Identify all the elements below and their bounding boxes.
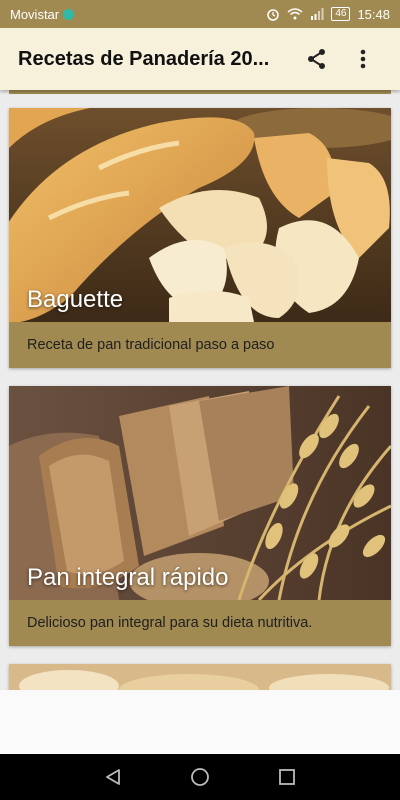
more-vert-icon [360,49,366,69]
clock: 15:48 [357,6,390,22]
share-icon [308,49,325,69]
recipe-card-partial[interactable] [9,664,391,690]
recipe-card-pan-integral[interactable]: Pan integral rápido Delicioso pan integr… [9,386,391,646]
baguette-image: Baguette [9,108,391,322]
bottom-area [0,690,400,754]
recents-button[interactable] [272,762,302,792]
vpn-icon [63,8,75,20]
share-button[interactable] [300,42,334,76]
alarm-icon [267,9,280,21]
system-nav-bar [0,754,400,800]
wifi-icon [287,8,303,20]
home-circle-icon [191,768,209,786]
partial-card-image [9,664,391,690]
back-triangle-icon [106,769,121,785]
recipe-description: Delicioso pan integral para su dieta nut… [27,615,313,631]
recents-square-icon [278,769,295,785]
recipe-title: Pan integral rápido [27,564,229,591]
recipe-card-baguette[interactable]: Baguette Receta de pan tradicional paso … [9,108,391,368]
battery-level: 46 [331,7,351,21]
recipe-list[interactable]: Baguette Receta de pan tradicional paso … [0,90,400,690]
app-title: Recetas de Panadería 20... [18,47,270,70]
recipe-title: Baguette [27,286,124,313]
pan-integral-image: Pan integral rápido [9,386,391,600]
previous-card-edge [9,90,391,94]
recipe-description: Receta de pan tradicional paso a paso [27,337,275,353]
back-button[interactable] [98,762,128,792]
app-bar: Recetas de Panadería 20... [0,28,400,90]
carrier-name: Movistar [10,6,60,22]
more-options-button[interactable] [346,42,380,76]
status-bar: Movistar 46 15:48 [0,0,400,28]
signal-icon [311,8,324,20]
home-button[interactable] [185,762,215,792]
